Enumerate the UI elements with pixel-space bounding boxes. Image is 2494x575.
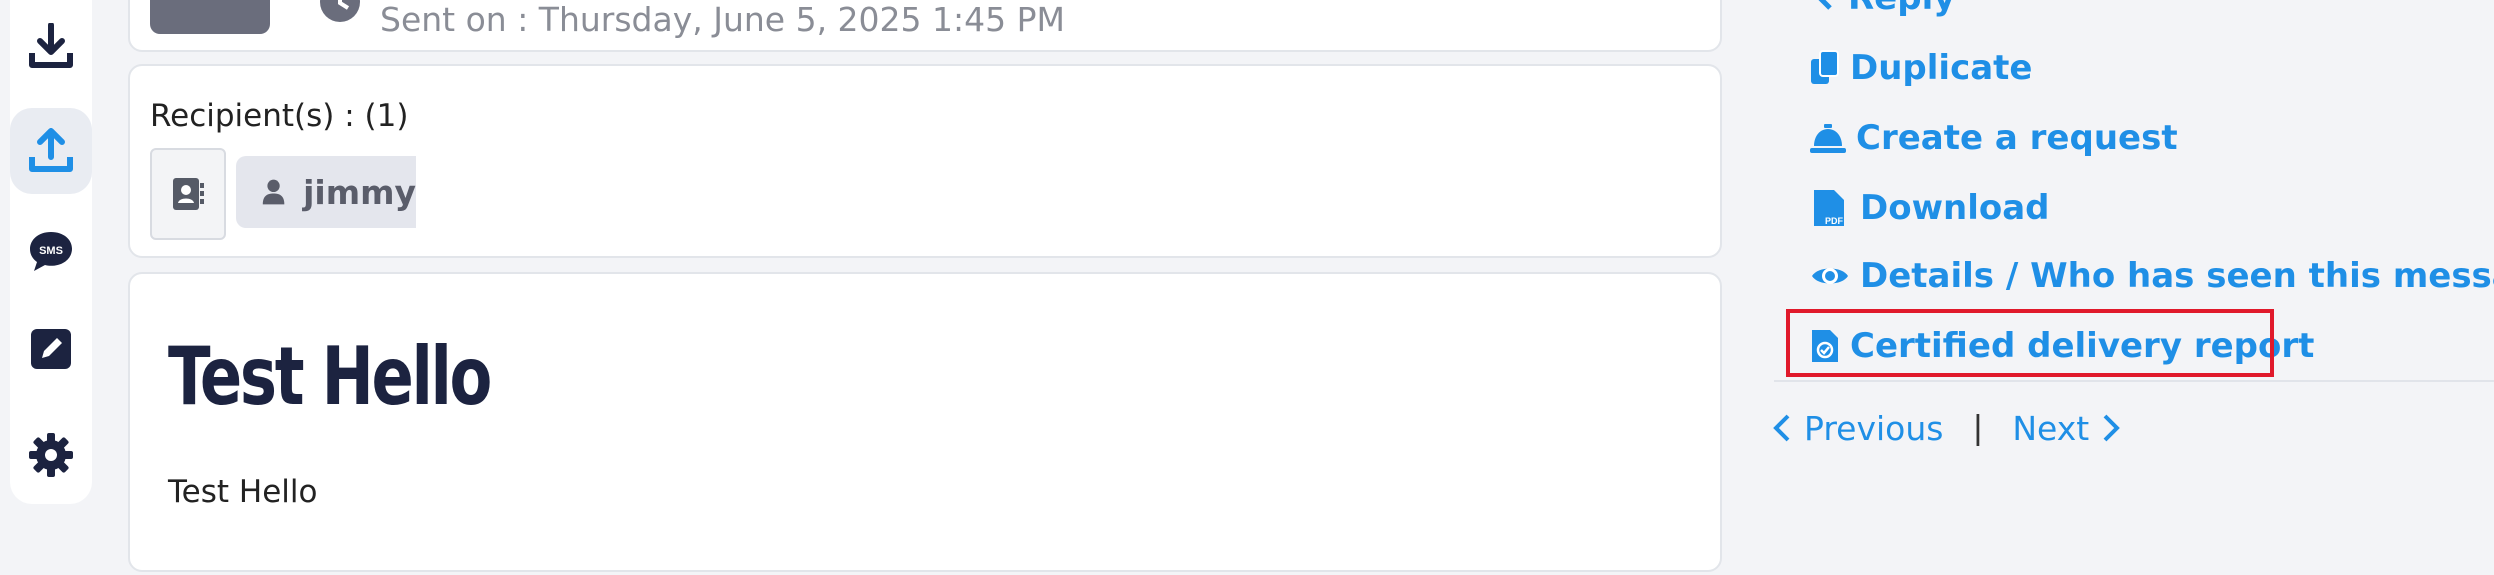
sidebar-item-sms[interactable]: SMS xyxy=(10,208,92,294)
sidebar-item-download[interactable] xyxy=(10,4,92,90)
create-request-action[interactable]: Create a request xyxy=(1810,118,2178,158)
sms-icon: SMS xyxy=(30,232,72,271)
message-navigation: Previous | Next xyxy=(1772,408,2121,448)
sidebar-item-upload[interactable] xyxy=(10,108,92,194)
address-book-icon xyxy=(173,178,204,210)
user-icon xyxy=(262,179,285,205)
recipients-label: Recipient(s) : (1) xyxy=(150,98,409,134)
download-icon xyxy=(29,23,73,68)
details-action[interactable]: Details / Who has seen this message? xyxy=(1810,256,2494,296)
copy-icon xyxy=(1811,50,1839,84)
sent-on-text: Sent on : Thursday, June 5, 2025 1:45 PM xyxy=(380,0,1065,39)
duplicate-action[interactable]: Duplicate xyxy=(1810,48,2032,88)
nav-separator: | xyxy=(1973,408,1983,447)
reply-action[interactable]: Reply xyxy=(1810,0,1955,18)
message-body-card: Test Hello Test Hello xyxy=(128,272,1722,572)
download-label: Download xyxy=(1860,188,2050,228)
reply-icon xyxy=(1818,0,1832,10)
sidebar-item-edit[interactable] xyxy=(10,306,92,392)
clock-icon xyxy=(320,0,360,22)
next-label: Next xyxy=(2012,408,2090,448)
upload-icon xyxy=(29,128,73,172)
pencil-square-icon xyxy=(31,329,71,369)
recipient-name: jimmy xyxy=(303,172,416,212)
reply-label: Reply xyxy=(1848,0,1955,18)
eye-icon xyxy=(1812,268,1848,284)
chevron-right-icon xyxy=(2103,414,2121,442)
details-label: Details / Who has seen this message? xyxy=(1860,256,2494,296)
recipient-chip[interactable]: jimmy xyxy=(236,156,416,228)
next-link[interactable]: Next xyxy=(2012,409,2121,448)
gear-icon xyxy=(29,433,73,477)
message-header-card: Sent on : Thursday, June 5, 2025 1:45 PM xyxy=(128,0,1722,52)
address-book-button[interactable] xyxy=(150,148,226,240)
message-text: Test Hello xyxy=(168,474,318,510)
create-request-label: Create a request xyxy=(1856,118,2178,158)
message-title: Test Hello xyxy=(168,330,492,423)
previous-link[interactable]: Previous xyxy=(1772,409,1943,448)
sidebar-item-settings[interactable] xyxy=(10,412,92,498)
pdf-file-icon: PDF xyxy=(1814,190,1844,226)
svg-text:SMS: SMS xyxy=(39,245,63,257)
concierge-bell-icon xyxy=(1810,124,1846,153)
status-button[interactable] xyxy=(150,0,270,34)
previous-label: Previous xyxy=(1804,408,1944,448)
highlight-box xyxy=(1786,309,2274,377)
svg-text:PDF: PDF xyxy=(1825,216,1844,226)
sidebar: SMS xyxy=(10,0,92,504)
duplicate-label: Duplicate xyxy=(1850,48,2033,88)
chevron-left-icon xyxy=(1773,414,1790,442)
download-pdf-action[interactable]: PDF Download xyxy=(1810,188,2050,228)
recipients-card: Recipient(s) : (1) jimmy xyxy=(128,64,1722,258)
actions-panel: Reply Duplicate Create a request PDF Dow… xyxy=(1800,0,2494,575)
divider xyxy=(1774,380,2494,382)
